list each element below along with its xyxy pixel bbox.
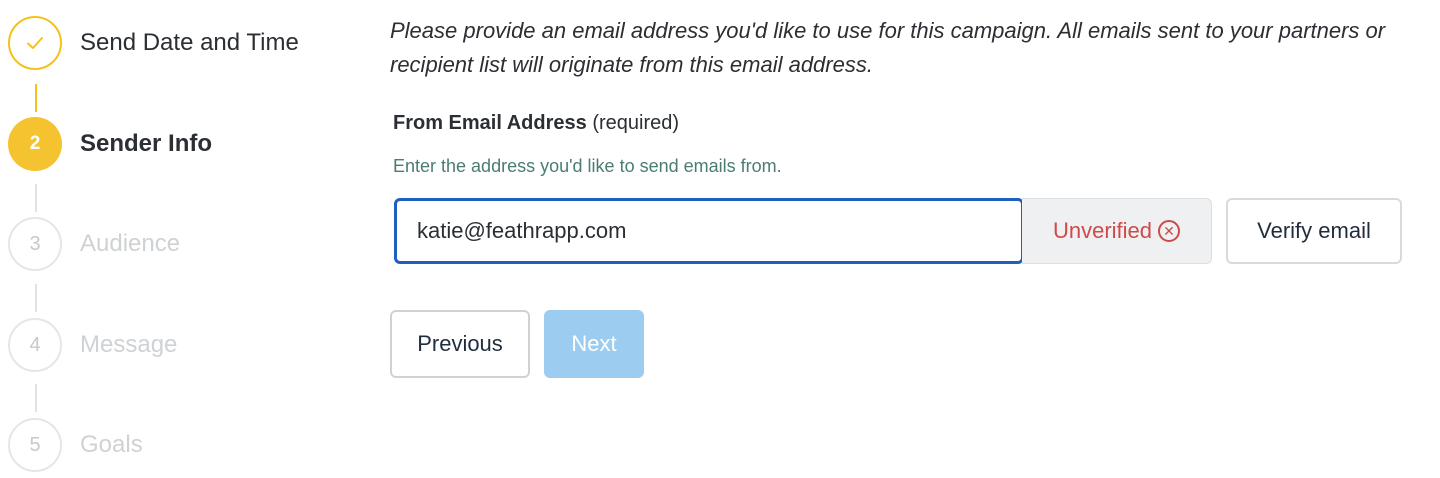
next-button[interactable]: Next: [544, 310, 644, 378]
step-complete-circle: [8, 16, 62, 70]
step-sender-info[interactable]: 2 Sender Info: [8, 117, 368, 175]
check-icon: [27, 37, 43, 49]
step-number-circle: 5: [8, 418, 62, 472]
step-connector: [35, 384, 37, 412]
step-label: Send Date and Time: [80, 29, 299, 56]
step-connector: [35, 184, 37, 212]
field-label-text: From Email Address: [393, 112, 587, 134]
step-label: Sender Info: [80, 130, 213, 157]
field-required-text: (required): [592, 112, 680, 134]
step-goals[interactable]: 5 Goals: [8, 418, 368, 476]
from-email-label: From Email Address (required): [393, 112, 679, 135]
verify-email-button[interactable]: Verify email: [1226, 198, 1402, 264]
status-text: Unverified: [1052, 218, 1153, 243]
step-label: Goals: [80, 431, 143, 458]
step-number-circle: 3: [8, 217, 62, 271]
field-hint: Enter the address you'd like to send ema…: [393, 156, 782, 176]
step-number-circle: 2: [8, 117, 62, 171]
step-send-date-and-time[interactable]: Send Date and Time: [8, 16, 368, 74]
sender-info-panel: Please provide an email address you'd li…: [390, 14, 1420, 378]
previous-button[interactable]: Previous: [390, 310, 530, 378]
circle-x-icon: ✕: [1158, 220, 1181, 242]
intro-text: Please provide an email address you'd li…: [390, 18, 1386, 77]
from-email-input[interactable]: [394, 198, 1024, 264]
step-label: Audience: [80, 230, 181, 257]
step-label: Message: [80, 331, 178, 358]
step-connector: [35, 284, 37, 312]
navigation-buttons: Previous Next: [390, 310, 690, 378]
step-message[interactable]: 4 Message: [8, 318, 368, 376]
step-connector: [35, 84, 37, 112]
step-number-circle: 4: [8, 318, 62, 372]
step-audience[interactable]: 3 Audience: [8, 217, 368, 275]
email-row: Unverified ✕ Verify email: [394, 198, 1404, 266]
verification-status: Unverified ✕: [1022, 198, 1212, 264]
